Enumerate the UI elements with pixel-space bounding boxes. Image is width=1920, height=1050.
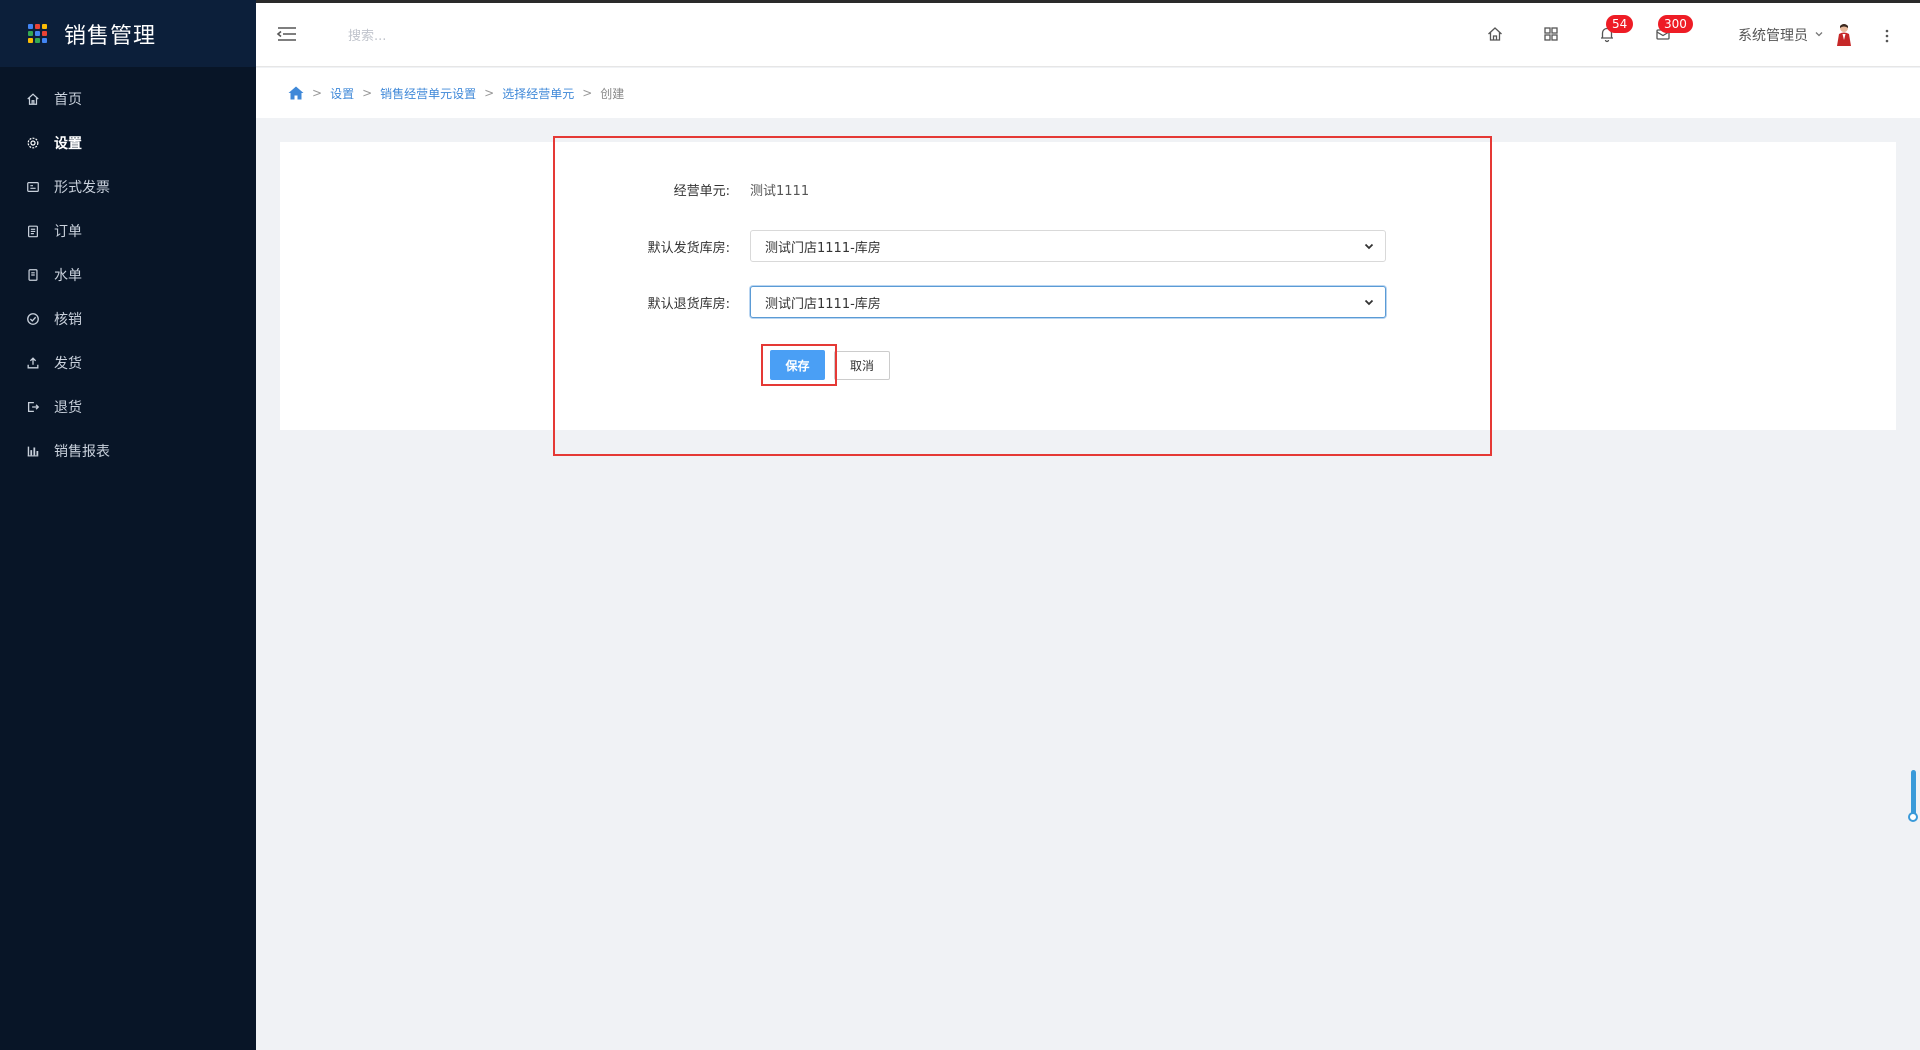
message-icon[interactable]: 300 xyxy=(1654,15,1693,45)
notification-bell-icon[interactable]: 54 xyxy=(1598,15,1634,45)
apps-grid-icon[interactable] xyxy=(1542,25,1562,45)
home-outline-icon xyxy=(24,90,42,108)
sidebar-item-write-off[interactable]: 核销 xyxy=(0,297,256,341)
breadcrumb-current: 创建 xyxy=(600,86,625,101)
breadcrumb-separator: > xyxy=(312,86,323,100)
app-title: 销售管理 xyxy=(64,23,157,49)
menu-toggle-icon[interactable] xyxy=(276,23,298,45)
sidebar-item-bank-slips[interactable]: 水单 xyxy=(0,253,256,297)
breadcrumb-separator: > xyxy=(362,86,373,100)
sidebar-item-returns[interactable]: 退货 xyxy=(0,385,256,429)
breadcrumb-select-business-unit[interactable]: 选择经营单元 xyxy=(502,85,574,102)
invoice-icon xyxy=(24,178,42,196)
form-highlight-annotation xyxy=(553,136,1492,456)
sidebar-item-label: 订单 xyxy=(54,224,82,240)
message-count-badge: 300 xyxy=(1658,15,1693,33)
sidebar-item-label: 发货 xyxy=(54,356,82,372)
avatar xyxy=(1834,23,1854,47)
sidebar-item-label: 退货 xyxy=(54,400,82,416)
sidebar-item-shipping[interactable]: 发货 xyxy=(0,341,256,385)
breadcrumb-home-icon[interactable] xyxy=(288,86,304,100)
breadcrumb-separator: > xyxy=(484,86,495,100)
clipboard-icon xyxy=(24,222,42,240)
breadcrumb-separator: > xyxy=(582,86,593,100)
breadcrumb: > 设置 > 销售经营单元设置 > 选择经营单元 > 创建 xyxy=(256,68,1920,118)
user-name: 系统管理员 xyxy=(1738,28,1808,44)
sidebar-item-label: 设置 xyxy=(54,136,82,152)
sidebar-item-sales-report[interactable]: 销售报表 xyxy=(0,429,256,473)
sidebar-item-home[interactable]: 首页 xyxy=(0,77,256,121)
sidebar-header: 销售管理 xyxy=(0,0,256,67)
chevron-down-icon xyxy=(1814,29,1824,42)
sign-out-icon xyxy=(24,398,42,416)
notification-count-badge: 54 xyxy=(1606,15,1634,33)
sidebar: 销售管理 首页 设置 形式发票 订单 水单 核销 发货 退货 销售报表 xyxy=(0,0,256,1050)
receipt-icon xyxy=(24,266,42,284)
app-grid-icon[interactable] xyxy=(28,23,48,44)
breadcrumb-business-unit-settings[interactable]: 销售经营单元设置 xyxy=(380,85,476,102)
home-icon[interactable] xyxy=(1486,25,1506,45)
breadcrumb-settings[interactable]: 设置 xyxy=(330,85,354,102)
more-vertical-icon[interactable] xyxy=(1884,27,1890,45)
sidebar-item-orders[interactable]: 订单 xyxy=(0,209,256,253)
sidebar-item-label: 形式发票 xyxy=(54,180,110,196)
bar-chart-icon xyxy=(24,442,42,460)
search-input[interactable] xyxy=(346,23,550,49)
sidebar-item-label: 首页 xyxy=(54,92,82,108)
top-header: 54 300 系统管理员 xyxy=(256,0,1920,67)
upload-icon xyxy=(24,354,42,372)
scrollbar-handle[interactable] xyxy=(1908,812,1918,822)
save-button-highlight-annotation xyxy=(761,344,837,386)
sidebar-item-label: 核销 xyxy=(54,312,82,328)
check-circle-icon xyxy=(24,310,42,328)
sidebar-item-label: 销售报表 xyxy=(54,444,110,460)
sidebar-menu: 首页 设置 形式发票 订单 水单 核销 发货 退货 销售报表 xyxy=(0,67,256,473)
gear-icon xyxy=(24,134,42,152)
sidebar-item-proforma-invoice[interactable]: 形式发票 xyxy=(0,165,256,209)
sidebar-item-label: 水单 xyxy=(54,268,82,284)
sidebar-item-settings[interactable]: 设置 xyxy=(0,121,256,165)
user-menu[interactable]: 系统管理员 xyxy=(1738,23,1854,47)
